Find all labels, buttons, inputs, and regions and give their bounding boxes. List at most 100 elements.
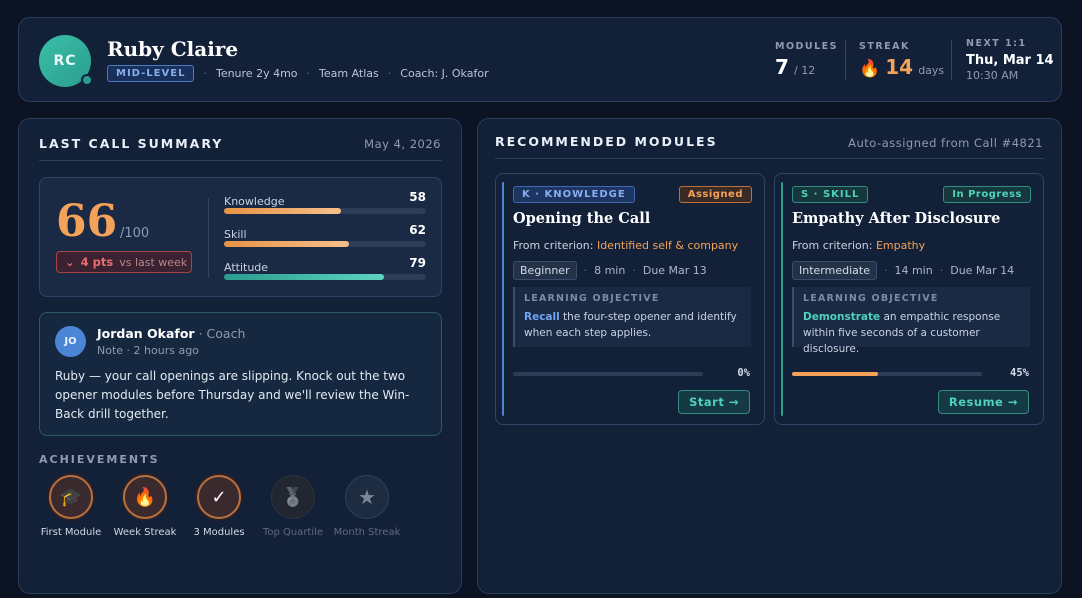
team-text: Team Atlas — [319, 67, 379, 80]
chevron-down-icon: ⌄ — [65, 255, 75, 269]
metric-attitude: Attitude 79 — [224, 256, 426, 280]
achievements-title: ACHIEVEMENTS — [39, 453, 160, 466]
achievement-label: First Module — [40, 527, 102, 538]
note-author-role: · Coach — [194, 326, 246, 341]
progress-percent: 45% — [1010, 367, 1029, 379]
meta-separator: · — [306, 67, 311, 80]
streak-value: 14 — [885, 55, 914, 79]
next-one-on-one[interactable]: NEXT 1:1 Thu, Mar 14 10:30 AM — [966, 38, 1054, 82]
module-meta: Beginner · 8 min · Due Mar 13 — [513, 261, 707, 280]
streak-unit: days — [918, 64, 945, 77]
next-label: NEXT 1:1 — [966, 38, 1027, 49]
achievement-label: Week Streak — [113, 527, 177, 538]
medal-icon: 🏅 — [271, 475, 315, 519]
module-title: Opening the Call — [513, 210, 651, 227]
level-chip: Intermediate — [792, 261, 877, 280]
profile-header: RC Ruby Claire MID-LEVEL · Tenure 2y 4mo… — [18, 17, 1062, 102]
criterion-prefix: From criterion: — [513, 239, 597, 252]
divider — [495, 158, 1044, 159]
fire-icon: 🔥 — [123, 475, 167, 519]
achievement-label: Top Quartile — [262, 527, 324, 538]
metric-bar-fill — [224, 274, 384, 280]
metric-value: 62 — [409, 223, 426, 237]
card-accent — [781, 182, 783, 416]
objective-verb: Recall — [524, 311, 560, 323]
level-chip: Beginner — [513, 261, 577, 280]
score-value: 66 — [56, 196, 118, 247]
metric-knowledge: Knowledge 58 — [224, 190, 426, 214]
metric-label: Skill — [224, 228, 247, 241]
coach-note: JO Jordan Okafor · Coach Note · 2 hours … — [39, 312, 442, 436]
objective-label: LEARNING OBJECTIVE — [524, 293, 660, 304]
module-card-empathy[interactable]: S · SKILL In Progress Empathy After Disc… — [774, 173, 1044, 425]
tenure-text: Tenure 2y 4mo — [215, 67, 298, 80]
note-timestamp: Note · 2 hours ago — [97, 344, 199, 357]
fire-icon: 🔥 — [859, 59, 881, 79]
objective-label: LEARNING OBJECTIVE — [803, 293, 939, 304]
summary-title: LAST CALL SUMMARY — [39, 136, 224, 151]
due-text: Due Mar 13 — [642, 264, 707, 277]
achievement-week-streak[interactable]: 🔥 Week Streak — [108, 475, 182, 538]
achievement-three-modules[interactable]: ✓ 3 Modules — [182, 475, 256, 538]
achievement-label: 3 Modules — [193, 527, 245, 538]
metric-label: Attitude — [224, 261, 269, 274]
achievement-label: Month Streak — [333, 527, 401, 538]
module-card-opening[interactable]: K · KNOWLEDGE Assigned Opening the Call … — [495, 173, 765, 425]
profile-meta: MID-LEVEL · Tenure 2y 4mo · Team Atlas ·… — [107, 65, 489, 82]
objective-verb: Demonstrate — [803, 311, 881, 323]
objective-text: Recall the four-step opener and identify… — [524, 309, 742, 341]
metric-label: Knowledge — [224, 195, 285, 208]
metric-value: 79 — [409, 256, 426, 270]
level-badge: MID-LEVEL — [107, 65, 195, 82]
due-text: Due Mar 14 — [950, 264, 1015, 277]
module-category-tag: S · SKILL — [792, 186, 869, 203]
modules-total: / 12 — [794, 64, 816, 77]
metric-bar-fill — [224, 208, 342, 214]
graduation-cap-icon: 🎓 — [49, 475, 93, 519]
metric-bar — [224, 274, 426, 280]
module-title: Empathy After Disclosure — [792, 210, 1001, 227]
objective-text: Demonstrate an empathic response within … — [803, 309, 1021, 357]
coach-avatar: JO — [55, 326, 86, 357]
duration-text: 8 min — [594, 264, 626, 277]
delta-compare: vs last week — [119, 255, 188, 269]
status-badge: In Progress — [943, 186, 1031, 203]
progress-fill — [792, 372, 878, 376]
module-progress-bar — [513, 372, 703, 376]
criterion-prefix: From criterion: — [792, 239, 876, 252]
stat-divider — [845, 40, 846, 80]
recommended-subtitle: Auto-assigned from Call #4821 — [848, 136, 1043, 150]
achievement-top-quartile[interactable]: 🏅 Top Quartile — [256, 475, 330, 538]
modules-stat: MODULES 7 / 12 — [775, 41, 838, 79]
recommended-panel: RECOMMENDED MODULES Auto-assigned from C… — [477, 118, 1062, 594]
criterion-name: Identified self & company — [596, 239, 739, 252]
achievement-first-module[interactable]: 🎓 First Module — [34, 475, 108, 538]
avatar[interactable]: RC — [39, 35, 93, 87]
note-body: Ruby — your call openings are slipping. … — [55, 369, 410, 421]
learning-objective: LEARNING OBJECTIVE Demonstrate an empath… — [792, 287, 1030, 355]
summary-date: May 4, 2026 — [364, 137, 441, 151]
online-status-dot — [81, 74, 93, 86]
note-author-name: Jordan Okafor — [97, 326, 195, 341]
delta-value: 4 pts — [80, 255, 114, 269]
module-criterion: From criterion: Empathy — [792, 239, 925, 252]
start-button[interactable]: Start → — [678, 390, 750, 414]
metric-value: 58 — [409, 190, 426, 204]
metric-bar-fill — [224, 241, 350, 247]
next-date: Thu, Mar 14 — [966, 53, 1054, 68]
module-category-tag: K · KNOWLEDGE — [513, 186, 635, 203]
learning-objective: LEARNING OBJECTIVE Recall the four-step … — [513, 287, 751, 347]
resume-button[interactable]: Resume → — [937, 390, 1029, 414]
achievement-month-streak[interactable]: ★ Month Streak — [330, 475, 404, 538]
modules-value: 7 — [775, 55, 789, 79]
duration-text: 14 min — [894, 264, 933, 277]
module-meta: Intermediate · 14 min · Due Mar 14 — [792, 261, 1014, 280]
score-divider — [208, 198, 209, 278]
meta-separator: · — [883, 264, 888, 277]
meta-separator: · — [632, 264, 636, 277]
meta-separator: · — [203, 67, 207, 80]
divider — [39, 160, 442, 161]
status-badge: Assigned — [678, 186, 752, 203]
note-author: Jordan Okafor · Coach — [97, 326, 245, 341]
checkmark-icon: ✓ — [197, 475, 241, 519]
